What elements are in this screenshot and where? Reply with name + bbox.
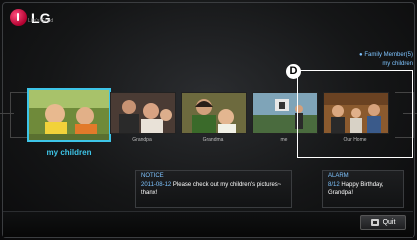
alarm-date: 8/12: [328, 182, 340, 188]
callout-marker: D: [286, 64, 301, 79]
album-thumb-grandpa[interactable]: [110, 92, 176, 134]
callout-highlight-frame: [297, 70, 413, 158]
lg-tagline: Life's Good: [28, 18, 54, 24]
album-label-grandma: Grandma: [202, 137, 224, 143]
selected-album-label: my children: [46, 148, 92, 157]
current-group-label: my children: [382, 61, 413, 67]
alarm-body: 8/12 Happy Birthday, Grandpa!: [328, 181, 398, 197]
carousel-left-tick: [0, 113, 14, 114]
photo-grandma: [182, 93, 246, 133]
family-album-screen: LG Life's Good ● Family Member(5) my chi…: [0, 0, 417, 240]
notice-date: 2011-08-12: [141, 182, 172, 188]
notice-panel: NOTICE 2011-08-12 Please check out my ch…: [135, 170, 292, 208]
alarm-title: ALARM: [328, 173, 349, 179]
quit-label: Quit: [382, 219, 396, 226]
family-member-label: Family Member(5): [364, 52, 413, 58]
album-label-grandpa: Grandpa: [132, 137, 152, 143]
bullet-icon: ●: [359, 52, 363, 58]
album-thumb-my-children[interactable]: [27, 88, 111, 142]
quit-button[interactable]: Quit: [360, 215, 406, 230]
notice-title: NOTICE: [141, 173, 164, 179]
family-member-count: ● Family Member(5): [359, 52, 413, 58]
photo-my-children: [29, 90, 109, 140]
photo-grandpa: [111, 93, 175, 133]
lg-logo-icon: [10, 9, 27, 26]
alarm-panel: ALARM 8/12 Happy Birthday, Grandpa!: [322, 170, 404, 208]
exit-icon: [370, 219, 379, 226]
bottom-bar: [3, 211, 413, 237]
album-thumb-grandma[interactable]: [181, 92, 247, 134]
notice-body: 2011-08-12 Please check out my children'…: [141, 181, 286, 197]
